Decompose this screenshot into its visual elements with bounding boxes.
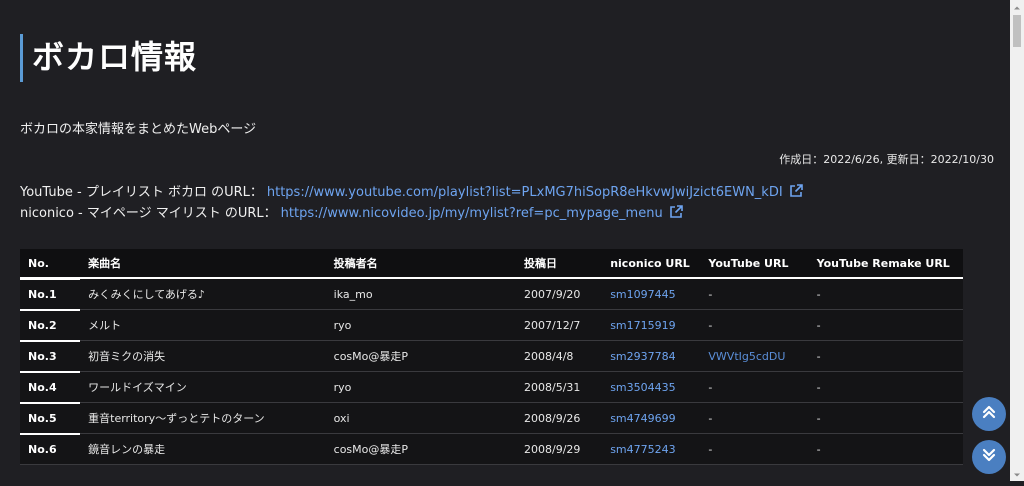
youtube-remake-cell: - (808, 278, 963, 310)
song-date: 2008/9/29 (516, 433, 603, 465)
niconico-link[interactable]: sm4775243 (610, 443, 675, 456)
youtube-link-label: YouTube - プレイリスト ボカロ のURL： (20, 185, 263, 200)
youtube-remake-cell: - (808, 433, 963, 465)
vertical-scrollbar[interactable] (1010, 0, 1024, 481)
row-number: No.1 (20, 277, 81, 310)
youtube-remake-cell: - (808, 340, 963, 372)
row-number: No.2 (20, 308, 81, 341)
youtube-remake-cell: - (808, 402, 963, 434)
scroll-to-top-button[interactable] (972, 397, 1006, 431)
row-number: No.3 (20, 339, 81, 372)
double-chevron-up-icon (981, 404, 997, 424)
table-row: No.4 ワールドイズマイン ryo 2008/5/31 sm3504435 -… (20, 370, 963, 403)
niconico-link[interactable]: sm3504435 (610, 381, 675, 394)
niconico-link[interactable]: sm1097445 (610, 288, 675, 301)
song-date: 2008/9/26 (516, 402, 603, 434)
youtube-cell: - (700, 402, 809, 434)
niconico-cell: sm3504435 (602, 371, 701, 403)
niconico-cell: sm1097445 (602, 278, 701, 310)
youtube-link[interactable]: VWVtIg5cdDU (708, 350, 785, 363)
niconico-cell: sm4775243 (602, 433, 701, 465)
song-author: ryo (325, 371, 517, 403)
page-description: ボカロの本家情報をまとめたWebページ (20, 122, 257, 137)
scroll-down-arrow-icon[interactable] (1010, 467, 1024, 481)
niconico-cell: sm2937784 (602, 340, 701, 372)
row-number: No.6 (20, 432, 81, 465)
table-row: No.3 初音ミクの消失 cosMo@暴走P 2008/4/8 sm293778… (20, 339, 963, 372)
page-content: ボカロ情報 ボカロの本家情報をまとめたWebページ 作成日：2022/6/26,… (0, 0, 1010, 481)
header-date: 投稿日 (516, 249, 603, 279)
youtube-cell: VWVtIg5cdDU (700, 340, 809, 372)
youtube-remake-cell: - (808, 309, 963, 341)
song-title: メルト (80, 309, 326, 341)
youtube-playlist-link[interactable]: https://www.youtube.com/playlist?list=PL… (267, 185, 783, 200)
external-link-icon[interactable] (669, 205, 683, 223)
niconico-cell: sm1715919 (602, 309, 701, 341)
song-title: 鏡音レンの暴走 (80, 433, 326, 465)
page-dates: 作成日：2022/6/26, 更新日：2022/10/30 (779, 153, 994, 166)
header-youtube-url: YouTube URL (700, 249, 809, 279)
song-title: 初音ミクの消失 (80, 340, 326, 372)
youtube-cell: - (700, 309, 809, 341)
header-title: 楽曲名 (80, 249, 326, 279)
page-title: ボカロ情報 (20, 34, 197, 82)
header-author: 投稿者名 (325, 249, 517, 279)
external-link-icon[interactable] (789, 184, 803, 202)
table-header-row: No. 楽曲名 投稿者名 投稿日 niconico URL YouTube UR… (20, 249, 963, 279)
song-date: 2008/4/8 (516, 340, 603, 372)
song-date: 2007/9/20 (516, 278, 603, 310)
song-title: 重音territory～ずっとテトのターン (80, 402, 326, 434)
niconico-link-row: niconico - マイページ マイリスト のURL： https://www.… (20, 202, 683, 223)
header-no: No. (20, 249, 81, 279)
song-date: 2007/12/7 (516, 309, 603, 341)
niconico-link[interactable]: sm1715919 (610, 319, 675, 332)
song-author: cosMo@暴走P (325, 433, 517, 465)
header-youtube-remake-url: YouTube Remake URL (808, 249, 963, 279)
niconico-link[interactable]: sm2937784 (610, 350, 675, 363)
youtube-link-row: YouTube - プレイリスト ボカロ のURL： https://www.yo… (20, 181, 803, 202)
song-author: cosMo@暴走P (325, 340, 517, 372)
niconico-mylist-link[interactable]: https://www.nicovideo.jp/my/mylist?ref=p… (281, 206, 663, 221)
row-number: No.4 (20, 370, 81, 403)
scroll-up-arrow-icon[interactable] (1010, 0, 1024, 14)
youtube-remake-cell: - (808, 371, 963, 403)
scroll-to-bottom-button[interactable] (972, 440, 1006, 474)
table-row: No.5 重音territory～ずっとテトのターン oxi 2008/9/26… (20, 401, 963, 434)
table-row: No.6 鏡音レンの暴走 cosMo@暴走P 2008/9/29 sm47752… (20, 432, 963, 465)
song-title: みくみくにしてあげる♪ (80, 278, 326, 310)
double-chevron-down-icon (981, 447, 997, 467)
niconico-link[interactable]: sm4749699 (610, 412, 675, 425)
song-author: ika_mo (325, 278, 517, 310)
niconico-cell: sm4749699 (602, 402, 701, 434)
scrollbar-thumb[interactable] (1013, 15, 1021, 47)
song-date: 2008/5/31 (516, 371, 603, 403)
table-row: No.2 メルト ryo 2007/12/7 sm1715919 - - (20, 308, 963, 341)
songs-table: No. 楽曲名 投稿者名 投稿日 niconico URL YouTube UR… (20, 249, 963, 465)
row-number: No.5 (20, 401, 81, 434)
header-niconico-url: niconico URL (602, 249, 701, 279)
table-row: No.1 みくみくにしてあげる♪ ika_mo 2007/9/20 sm1097… (20, 277, 963, 310)
song-author: oxi (325, 402, 517, 434)
song-title: ワールドイズマイン (80, 371, 326, 403)
song-author: ryo (325, 309, 517, 341)
youtube-cell: - (700, 433, 809, 465)
niconico-link-label: niconico - マイページ マイリスト のURL： (20, 206, 277, 221)
youtube-cell: - (700, 278, 809, 310)
youtube-cell: - (700, 371, 809, 403)
